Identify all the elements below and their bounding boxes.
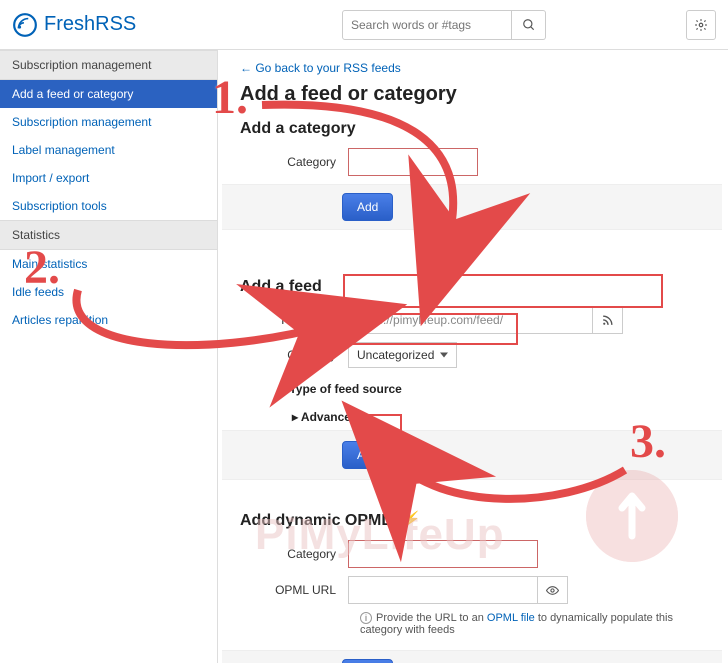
- sidebar-item-articles-repartition[interactable]: Articles repartition: [0, 306, 217, 334]
- sidebar-heading-statistics: Statistics: [0, 220, 217, 250]
- sidebar-item-subscription-management[interactable]: Subscription management: [0, 108, 217, 136]
- select-feed-category-value: Uncategorized: [357, 348, 434, 362]
- toggle-advanced[interactable]: Advanced: [292, 410, 710, 424]
- add-opml-button[interactable]: Add: [342, 659, 393, 663]
- section-add-opml-label: Add dynamic OPML: [240, 512, 391, 529]
- label-feed-url: Feed URL: [240, 313, 348, 327]
- input-category-name[interactable]: [348, 148, 478, 176]
- lightning-icon: ⚡: [399, 512, 419, 529]
- input-feed-url[interactable]: [348, 306, 593, 334]
- sidebar: Subscription management Add a feed or ca…: [0, 50, 218, 663]
- sidebar-item-main-statistics[interactable]: Main statistics: [0, 250, 217, 278]
- gear-icon: [694, 18, 708, 32]
- label-opml-category: Category: [240, 547, 348, 561]
- label-category: Category: [240, 155, 348, 169]
- toggle-feed-source-type[interactable]: Type of feed source: [280, 382, 710, 396]
- opml-hint: iProvide the URL to an OPML file to dyna…: [240, 612, 690, 636]
- settings-button[interactable]: [686, 10, 716, 40]
- main-content: ← Go back to your RSS feeds Add a feed o…: [218, 50, 728, 663]
- feed-url-aux-button[interactable]: [593, 306, 623, 334]
- search-icon: [522, 18, 536, 32]
- sidebar-heading-subscription: Subscription management: [0, 50, 217, 80]
- input-opml-category[interactable]: [348, 540, 538, 568]
- search-button[interactable]: [512, 10, 546, 40]
- search-input[interactable]: [342, 10, 512, 40]
- back-link[interactable]: ← Go back to your RSS feeds: [240, 61, 401, 75]
- input-opml-url[interactable]: [348, 576, 538, 604]
- eye-icon: [546, 584, 559, 597]
- opml-url-aux-button[interactable]: [538, 576, 568, 604]
- section-add-feed: Add a feed: [240, 278, 710, 296]
- brand-logo[interactable]: FreshRSS: [12, 12, 136, 38]
- rss-logo-icon: [12, 12, 38, 38]
- label-feed-category: Category: [240, 348, 348, 362]
- label-opml-url: OPML URL: [240, 583, 348, 597]
- opml-file-link[interactable]: OPML file: [487, 612, 535, 624]
- sidebar-item-idle-feeds[interactable]: Idle feeds: [0, 278, 217, 306]
- page-title: Add a feed or category: [240, 83, 710, 106]
- add-category-button[interactable]: Add: [342, 193, 393, 221]
- add-feed-button[interactable]: Add: [342, 441, 393, 469]
- sidebar-item-add-feed[interactable]: Add a feed or category: [0, 80, 217, 108]
- select-feed-category[interactable]: Uncategorized: [348, 342, 457, 368]
- sidebar-item-label-management[interactable]: Label management: [0, 136, 217, 164]
- section-add-opml: Add dynamic OPML ⚡: [240, 510, 710, 530]
- rss-fetch-icon: [601, 314, 614, 327]
- brand-name: FreshRSS: [44, 13, 136, 36]
- info-icon: i: [360, 612, 372, 624]
- section-add-category: Add a category: [240, 120, 710, 138]
- sidebar-item-import-export[interactable]: Import / export: [0, 164, 217, 192]
- sidebar-item-subscription-tools[interactable]: Subscription tools: [0, 192, 217, 220]
